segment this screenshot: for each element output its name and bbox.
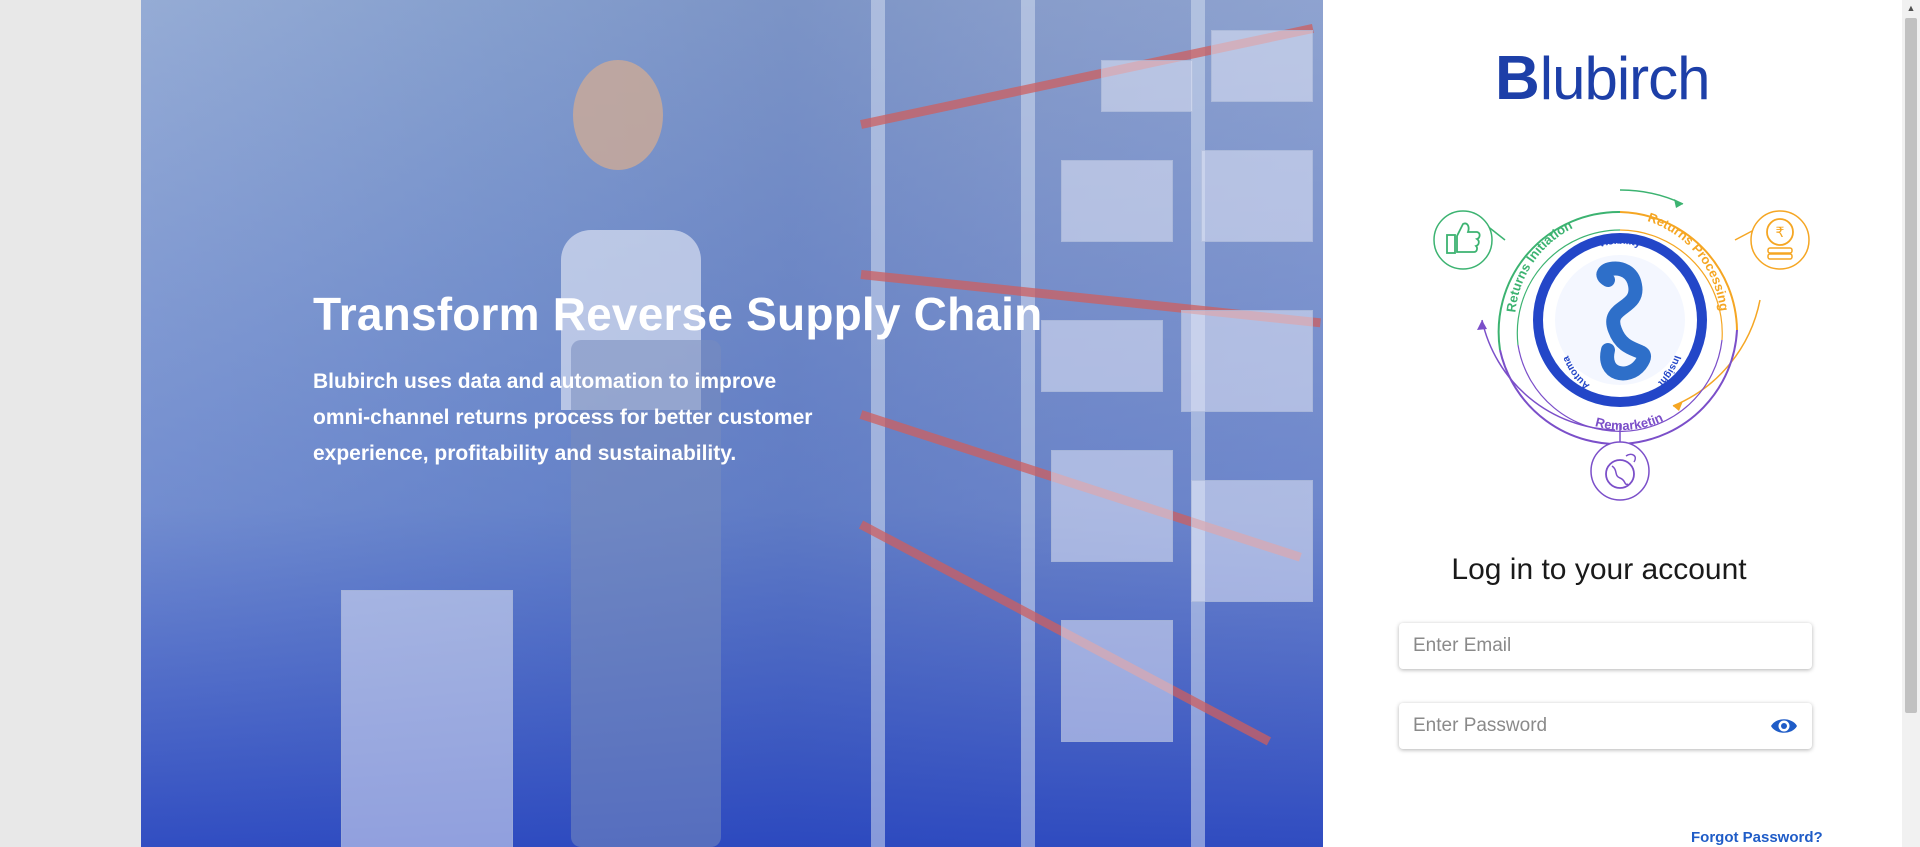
globe-icon (1590, 441, 1650, 501)
hero-subtitle-line: experience, profitability and sustainabi… (313, 442, 737, 465)
password-field-wrapper (1399, 703, 1812, 749)
eye-icon[interactable] (1770, 715, 1798, 737)
scroll-up-arrow-icon[interactable]: ▲ (1902, 0, 1920, 16)
hero-subtitle-line: omni-channel returns process for better … (313, 406, 813, 429)
hero-banner: Transform Reverse Supply Chain Blubirch … (141, 0, 1323, 847)
login-title: Log in to your account (1451, 553, 1747, 586)
svg-text:₹: ₹ (1776, 225, 1785, 241)
forgot-password-link[interactable]: Forgot Password? (1691, 829, 1823, 846)
scrollbar[interactable]: ▲ (1902, 0, 1920, 847)
rupee-coin-icon: ₹ (1750, 210, 1810, 270)
hero-title: Transform Reverse Supply Chain (313, 288, 1043, 340)
scrollbar-thumb[interactable] (1905, 18, 1917, 713)
email-input[interactable] (1399, 623, 1753, 669)
brand-logo-text: lubirch (1539, 45, 1711, 112)
login-panel: Blubirch Visibility Insight Automation R… (1323, 0, 1902, 847)
returns-cycle-diagram: Visibility Insight Automation Returns In… (1430, 180, 1810, 501)
password-input[interactable] (1399, 703, 1753, 749)
thumbs-up-icon (1433, 210, 1493, 270)
cycle-arrow (1619, 189, 1684, 205)
brand-logo-mark: B (1495, 44, 1540, 113)
hero-subtitle: Blubirch uses data and automation to imp… (313, 364, 873, 472)
brand-logo: Blubirch (1495, 44, 1711, 113)
hero-subtitle-line: Blubirch uses data and automation to imp… (313, 370, 777, 393)
email-field-wrapper (1399, 623, 1812, 669)
